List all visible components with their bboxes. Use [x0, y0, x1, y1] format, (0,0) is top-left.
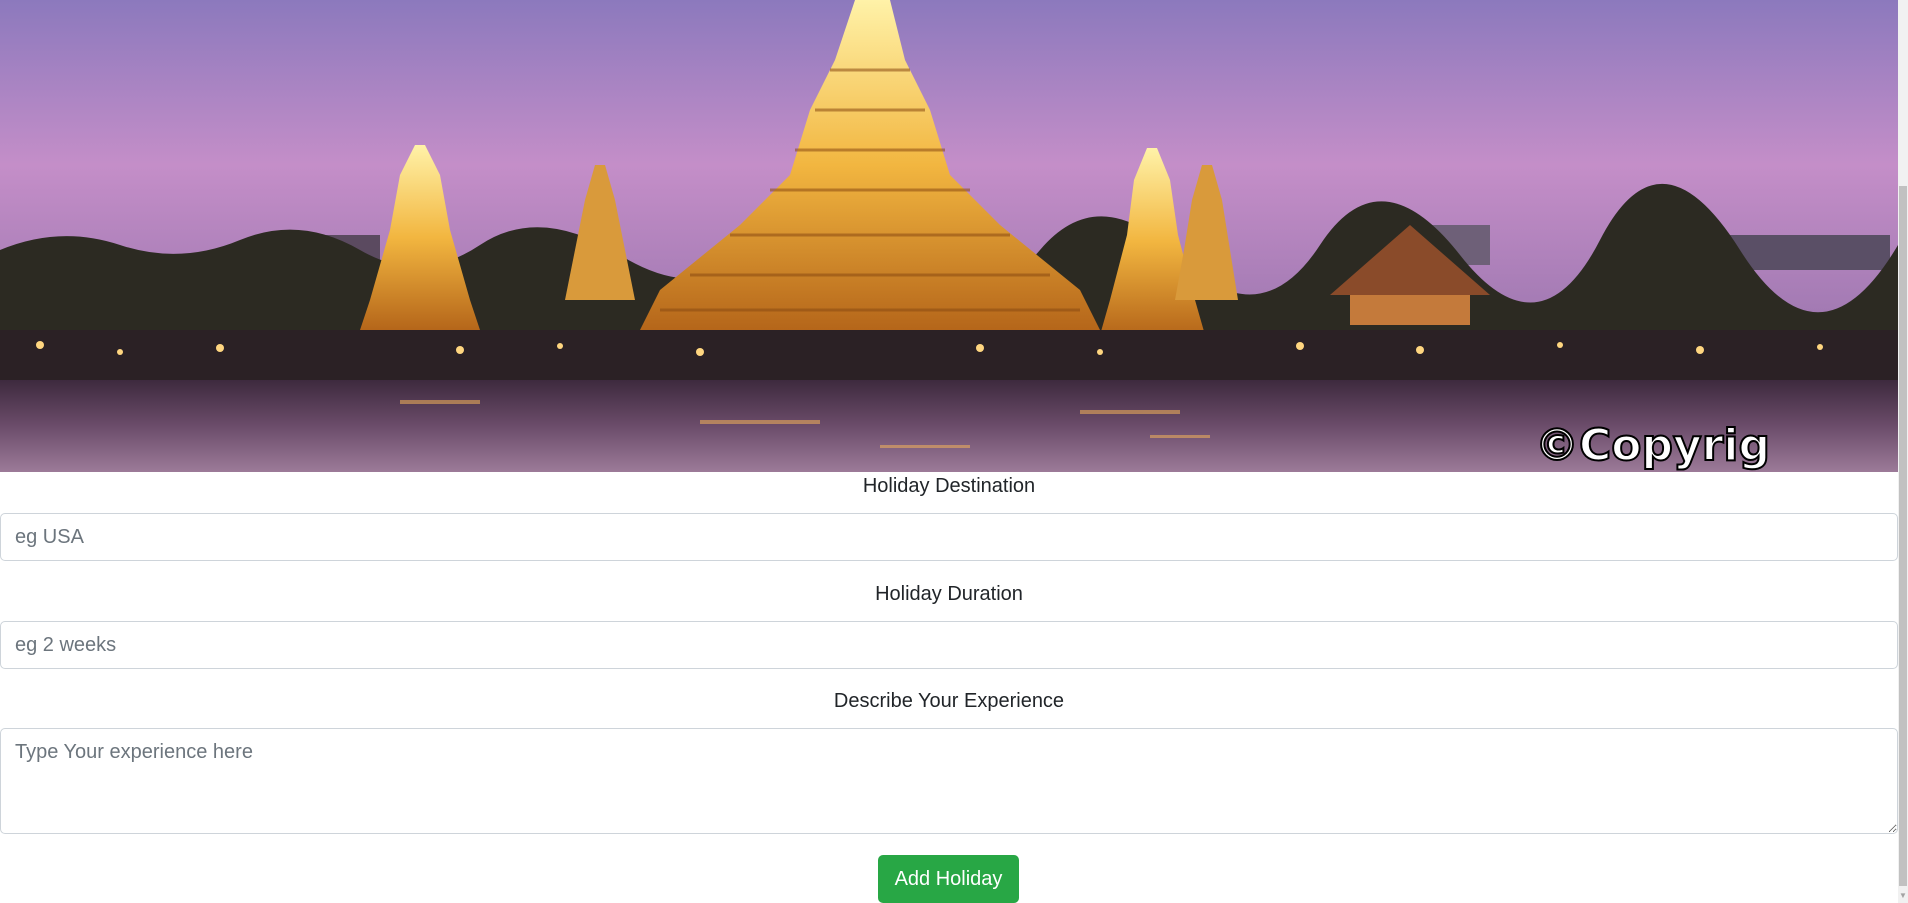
destination-label: Holiday Destination — [862, 475, 1036, 497]
experience-textarea[interactable] — [0, 728, 1898, 834]
chevron-down-icon[interactable]: ▼ — [1898, 889, 1908, 903]
vertical-scrollbar[interactable]: ▼ — [1898, 0, 1908, 903]
experience-label: Describe Your Experience — [833, 690, 1065, 712]
duration-input[interactable] — [0, 621, 1898, 669]
scrollbar-thumb[interactable] — [1899, 186, 1907, 886]
page-content: ©Copyrig Holiday Destination Holiday Dur… — [0, 0, 1898, 903]
hero-image: ©Copyrig — [0, 0, 1898, 472]
add-holiday-button[interactable]: Add Holiday — [878, 855, 1019, 903]
duration-label: Holiday Duration — [875, 583, 1023, 605]
destination-input[interactable] — [0, 513, 1898, 561]
temple-photo: ©Copyrig — [0, 0, 1898, 472]
copyright-watermark: ©Copyrig — [1535, 420, 1770, 471]
